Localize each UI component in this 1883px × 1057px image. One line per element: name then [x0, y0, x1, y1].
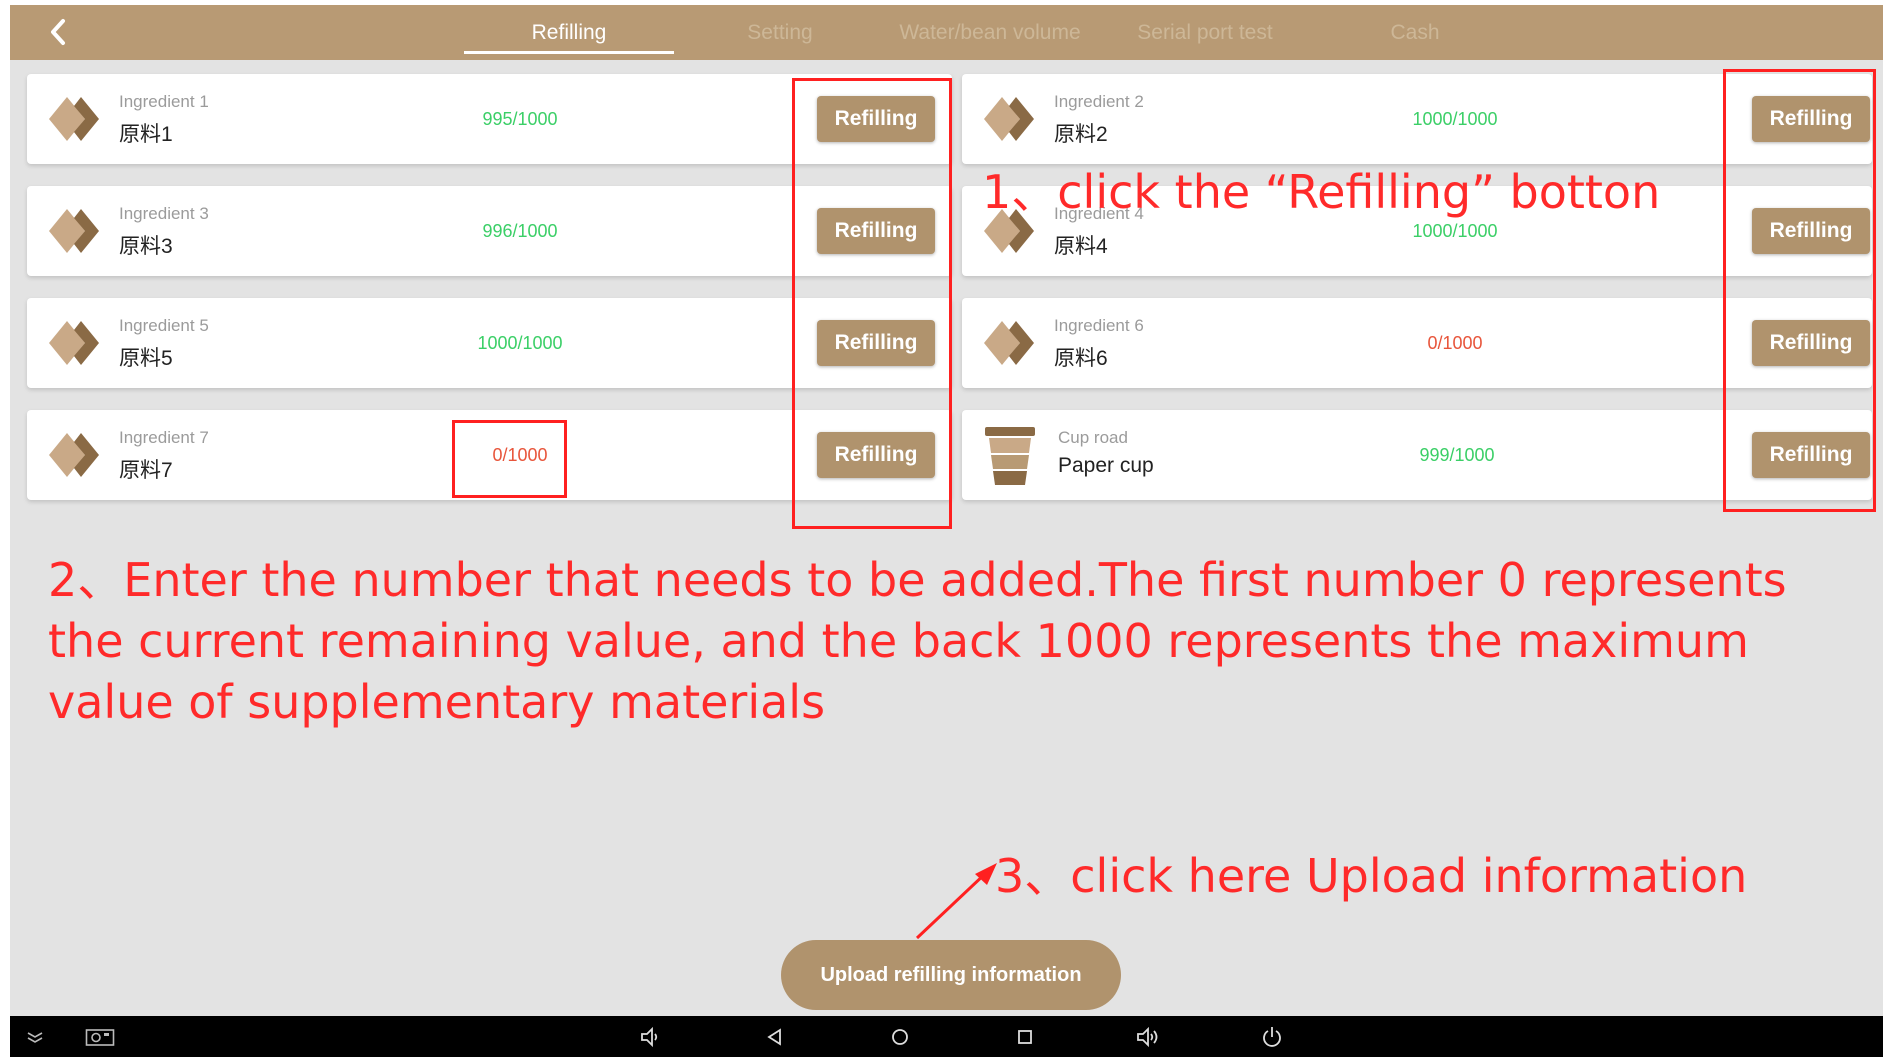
- recents-icon[interactable]: [1005, 1016, 1045, 1057]
- ingredient-level[interactable]: 999/1000: [1387, 410, 1527, 500]
- highlight-box-level: [452, 420, 567, 498]
- top-bar: Refilling Setting Water/bean volume Seri…: [10, 5, 1883, 60]
- ingredient-name-cn: 原料7: [119, 459, 173, 482]
- ingredient-name-cn: 原料4: [1054, 235, 1108, 258]
- tab-serial-port-test[interactable]: Serial port test: [1120, 5, 1290, 60]
- home-icon[interactable]: [880, 1016, 920, 1057]
- ingredient-level[interactable]: 1000/1000: [450, 298, 590, 388]
- ingredient-name-cn: Paper cup: [1058, 454, 1154, 477]
- annotation-step-1: 1、click the “Refilling” botton: [982, 165, 1661, 219]
- nav-back-icon[interactable]: [755, 1016, 795, 1057]
- ingredient-name-en: Ingredient 6: [1054, 316, 1144, 335]
- annotation-step-2: 2、Enter the number that needs to be adde…: [48, 553, 1787, 729]
- tab-label: Serial port test: [1137, 21, 1273, 44]
- ingredient-name-cn: 原料1: [119, 123, 173, 146]
- ingredient-level[interactable]: 995/1000: [450, 74, 590, 164]
- diamond-icon: [49, 321, 99, 365]
- ingredient-level[interactable]: 1000/1000: [1385, 74, 1525, 164]
- volume-up-icon[interactable]: [1128, 1016, 1168, 1057]
- active-tab-indicator: [464, 51, 674, 54]
- ingredient-name-cn: 原料6: [1054, 347, 1108, 370]
- volume-down-icon[interactable]: [630, 1016, 670, 1057]
- ingredient-name-cn: 原料2: [1054, 123, 1108, 146]
- tab-label: Setting: [747, 21, 813, 44]
- chevron-left-icon: [51, 19, 65, 45]
- highlight-box-right-buttons: [1723, 69, 1876, 512]
- tab-setting[interactable]: Setting: [710, 5, 850, 60]
- app-screen: Refilling Setting Water/bean volume Seri…: [10, 5, 1883, 1057]
- tab-water-bean-volume[interactable]: Water/bean volume: [880, 5, 1100, 60]
- ingredient-level[interactable]: 996/1000: [450, 186, 590, 276]
- collapse-icon[interactable]: [20, 1016, 50, 1057]
- upload-refilling-information-button[interactable]: Upload refilling information: [781, 940, 1121, 1010]
- diamond-icon: [984, 97, 1034, 141]
- ingredient-name-en: Ingredient 2: [1054, 92, 1144, 111]
- ingredient-name-en: Ingredient 7: [119, 428, 209, 447]
- ingredient-name-en: Cup road: [1058, 428, 1128, 447]
- diamond-icon: [49, 97, 99, 141]
- diamond-icon: [49, 433, 99, 477]
- back-button[interactable]: [38, 15, 78, 49]
- tab-label: Cash: [1390, 21, 1440, 44]
- ingredient-name-en: Ingredient 3: [119, 204, 209, 223]
- ingredient-name-en: Ingredient 1: [119, 92, 209, 111]
- tab-refilling[interactable]: Refilling: [464, 5, 674, 60]
- ingredient-name-cn: 原料5: [119, 347, 173, 370]
- screenshot-icon[interactable]: [80, 1016, 120, 1057]
- ingredient-name-en: Ingredient 5: [119, 316, 209, 335]
- diamond-icon: [49, 209, 99, 253]
- tab-label: Water/bean volume: [899, 21, 1081, 44]
- paper-cup-icon: [985, 427, 1035, 485]
- highlight-box-left-buttons: [792, 78, 952, 529]
- annotation-arrow-icon: [915, 863, 997, 940]
- system-nav-bar: [10, 1016, 1883, 1057]
- ingredient-name-cn: 原料3: [119, 235, 173, 258]
- power-icon[interactable]: [1252, 1016, 1292, 1057]
- tab-label: Refilling: [531, 21, 607, 44]
- tab-cash[interactable]: Cash: [1360, 5, 1470, 60]
- annotation-step-3: 3、click here Upload information: [995, 849, 1748, 903]
- diamond-icon: [984, 321, 1034, 365]
- ingredient-level[interactable]: 0/1000: [1385, 298, 1525, 388]
